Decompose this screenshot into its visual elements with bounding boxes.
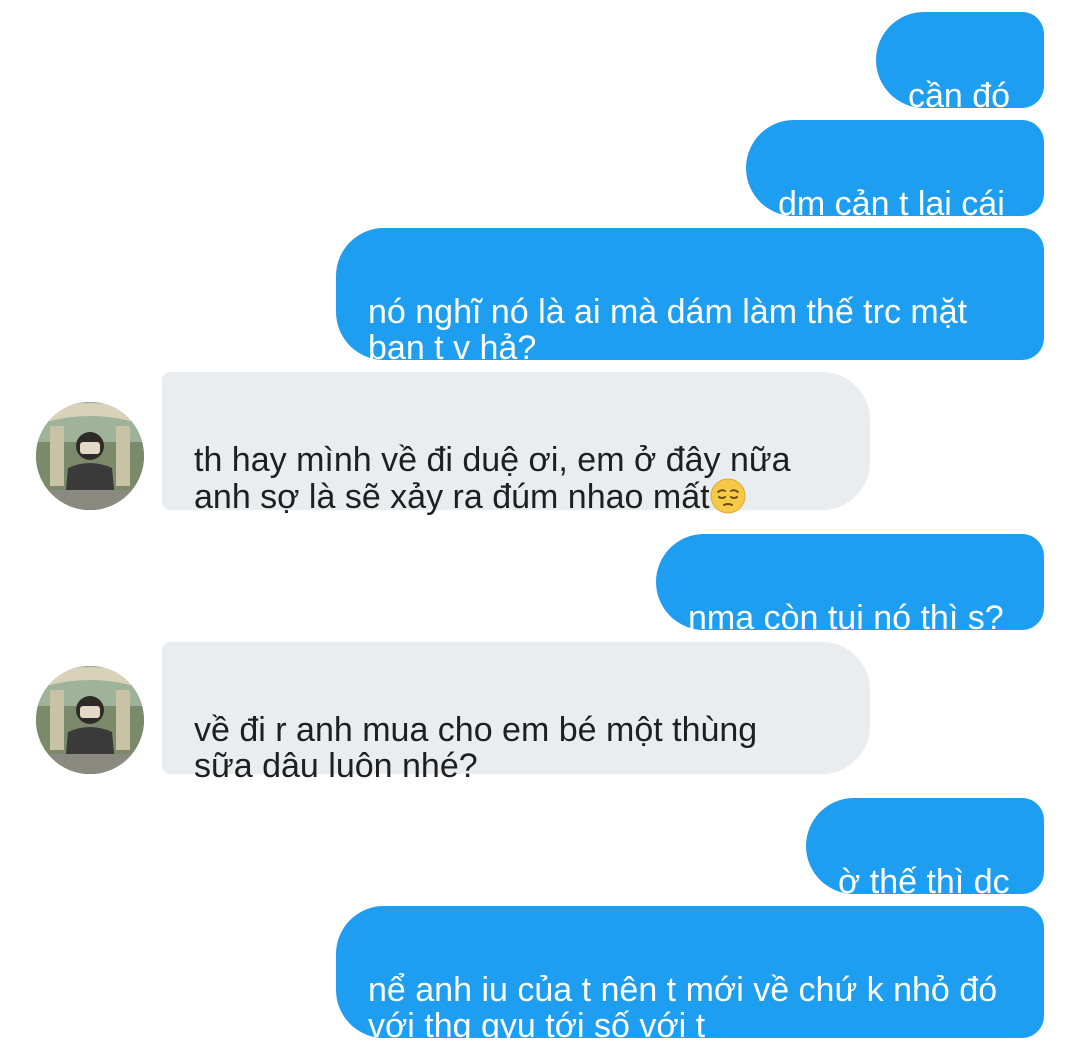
- message-text: nể anh iu của t nên t mới về chứ k nhỏ đ…: [368, 971, 998, 1045]
- pensive-face-icon: [710, 478, 746, 514]
- message-text: dm cản t lại cái: [778, 185, 1005, 223]
- contact-avatar[interactable]: [36, 402, 144, 510]
- message-text: cần đó: [908, 77, 1011, 115]
- avatar-photo: [36, 666, 144, 774]
- message-bubble-incoming[interactable]: th hay mình về đi duệ ơi, em ở đây nữa a…: [162, 372, 870, 515]
- message-bubble-incoming[interactable]: về đi r anh mua cho em bé một thùng sữa …: [162, 642, 870, 784]
- message-bubble-outgoing[interactable]: nó nghĩ nó là ai mà dám làm thế trc mặt …: [336, 228, 1044, 366]
- contact-avatar[interactable]: [36, 666, 144, 774]
- message-bubble-outgoing[interactable]: nể anh iu của t nên t mới về chứ k nhỏ đ…: [336, 906, 1044, 1044]
- message-bubble-outgoing[interactable]: nma còn tụi nó thì s?: [656, 534, 1044, 636]
- message-text: ờ thế thì dc: [838, 863, 1010, 901]
- message-text: nma còn tụi nó thì s?: [688, 599, 1004, 637]
- message-bubble-outgoing[interactable]: dm cản t lại cái: [746, 120, 1044, 222]
- message-bubble-outgoing[interactable]: cần đó: [876, 12, 1044, 114]
- avatar-photo: [36, 402, 144, 510]
- message-text: nó nghĩ nó là ai mà dám làm thế trc mặt …: [368, 293, 968, 367]
- message-bubble-outgoing[interactable]: ờ thế thì dc: [806, 798, 1044, 900]
- message-text: th hay mình về đi duệ ơi, em ở đây nữa a…: [194, 441, 791, 516]
- message-text: về đi r anh mua cho em bé một thùng sữa …: [194, 711, 758, 785]
